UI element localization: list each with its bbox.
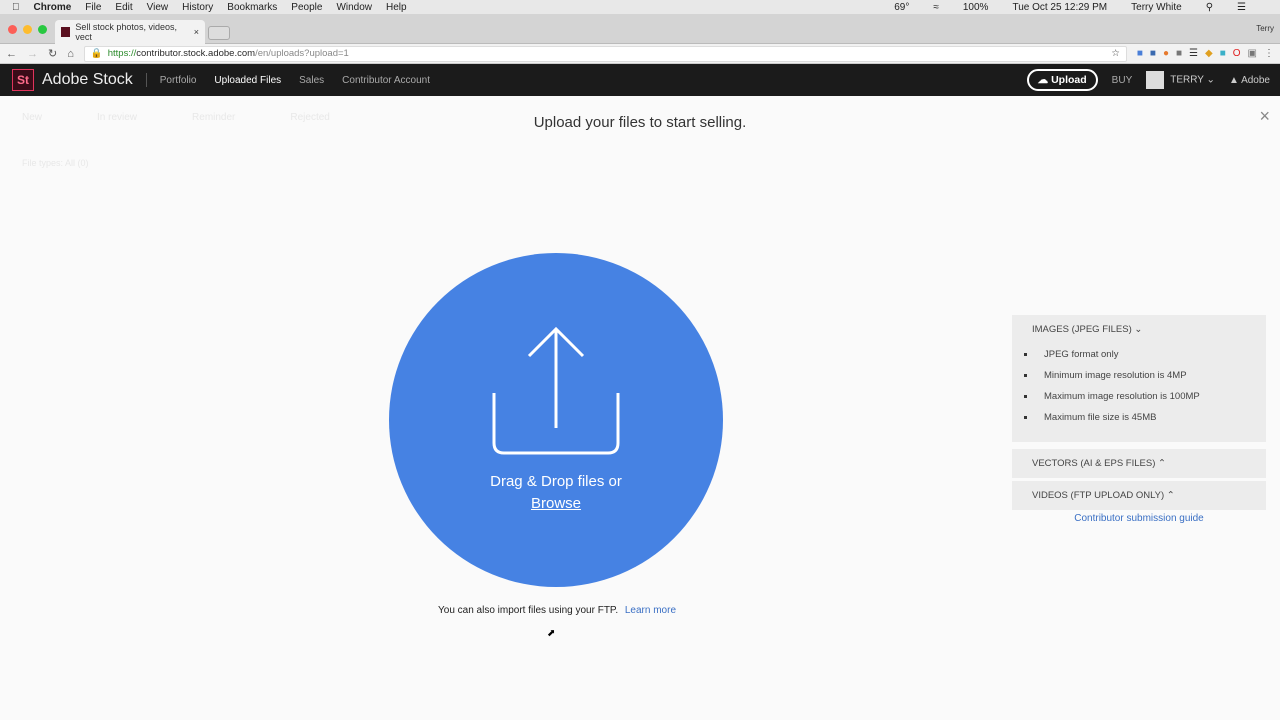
battery-status[interactable]: 100% — [963, 2, 989, 13]
browse-link[interactable]: Browse — [389, 495, 723, 512]
chevron-down-icon: ⌄ — [1206, 74, 1215, 86]
upload-button[interactable]: ☁ Upload — [1026, 69, 1098, 91]
videos-accordion-header[interactable]: VIDEOS (FTP UPLOAD ONLY) ⌃ — [1012, 481, 1266, 510]
macos-menubar:  Chrome File Edit View History Bookmark… — [0, 0, 1280, 14]
close-tab-icon[interactable]: × — [194, 27, 199, 37]
adobe-stock-favicon-icon — [61, 27, 71, 37]
adobe-stock-logo[interactable]: St — [12, 69, 34, 91]
chrome-menu-icon[interactable]: ⋮ — [1264, 48, 1274, 59]
requirement-item: Maximum file size is 45MB — [1022, 407, 1266, 428]
wifi-icon[interactable]: ≈ — [933, 2, 939, 13]
drop-zone[interactable]: Drag & Drop files or Browse — [389, 253, 723, 587]
file-type-filter: File types: All (0) — [22, 158, 89, 168]
nav-uploaded-files[interactable]: Uploaded Files — [214, 75, 281, 86]
extensions: ■ ■ ● ■ ☰ ◆ ■ O ▣ ⋮ — [1137, 48, 1274, 59]
adobe-logo-icon: ▲ — [1228, 74, 1239, 86]
back-icon[interactable]: ← — [6, 48, 17, 60]
menu-help[interactable]: Help — [386, 2, 407, 13]
cloud-upload-icon: ☁ — [1037, 74, 1049, 86]
menu-chrome[interactable]: Chrome — [34, 2, 72, 13]
drag-drop-text: Drag & Drop files or — [490, 473, 622, 490]
tab-title: Sell stock photos, videos, vect — [75, 22, 177, 42]
menu-view[interactable]: View — [147, 2, 169, 13]
images-accordion-header[interactable]: IMAGES (JPEG FILES) ⌄ — [1012, 315, 1266, 344]
nav-contributor-account[interactable]: Contributor Account — [342, 75, 430, 86]
user-menu[interactable]: TERRY ⌄ — [1146, 71, 1215, 89]
extension-icon[interactable]: ☰ — [1189, 48, 1198, 59]
maximize-window-button[interactable] — [38, 25, 47, 34]
chevron-up-icon: ⌃ — [1166, 490, 1175, 501]
new-tab-button[interactable] — [208, 26, 230, 40]
upload-arrow-icon — [492, 326, 620, 455]
profile-button[interactable]: Terry — [1256, 24, 1274, 33]
brand-name[interactable]: Adobe Stock — [42, 71, 133, 89]
browser-tab[interactable]: Sell stock photos, videos, vect × — [55, 20, 205, 44]
images-requirements-panel: IMAGES (JPEG FILES) ⌄ JPEG format only M… — [1012, 315, 1266, 442]
menu-people[interactable]: People — [291, 2, 322, 13]
modal-title: Upload your files to start selling. — [533, 114, 747, 131]
requirement-item: Maximum image resolution is 100MP — [1022, 386, 1266, 407]
extension-icon[interactable]: ■ — [1176, 48, 1182, 59]
window-controls — [8, 25, 47, 34]
weather-status[interactable]: 69° — [894, 2, 909, 13]
chevron-up-icon: ⌃ — [1158, 458, 1166, 469]
apple-menu-icon[interactable]:  — [12, 2, 20, 13]
divider — [145, 73, 147, 87]
extension-icon[interactable]: ■ — [1137, 48, 1143, 59]
extension-icon[interactable]: ◆ — [1205, 48, 1213, 59]
url-input[interactable]: 🔒 https:// contributor.stock.adobe.com /… — [83, 45, 1127, 62]
address-bar-row: ← → ↻ ⌂ 🔒 https:// contributor.stock.ado… — [0, 44, 1280, 64]
nav-portfolio[interactable]: Portfolio — [160, 75, 197, 86]
bookmark-star-icon[interactable]: ☆ — [1111, 48, 1120, 59]
requirement-item: JPEG format only — [1022, 344, 1266, 365]
requirement-item: Minimum image resolution is 4MP — [1022, 365, 1266, 386]
learn-more-link[interactable]: Learn more — [625, 605, 676, 616]
reload-icon[interactable]: ↻ — [48, 47, 57, 60]
spotlight-icon[interactable]: ⚲ — [1206, 2, 1213, 13]
mouse-cursor-icon: ⬈ — [547, 628, 556, 639]
menu-bookmarks[interactable]: Bookmarks — [227, 2, 277, 13]
menu-edit[interactable]: Edit — [115, 2, 132, 13]
adobe-stock-navbar: St Adobe Stock Portfolio Uploaded Files … — [0, 64, 1280, 96]
cast-icon[interactable]: ▣ — [1248, 48, 1257, 59]
notification-center-icon[interactable]: ☰ — [1237, 2, 1246, 13]
buy-link[interactable]: BUY — [1112, 75, 1133, 86]
ftp-note: You can also import files using your FTP… — [438, 605, 677, 616]
lock-icon: 🔒 — [90, 48, 103, 59]
menu-window[interactable]: Window — [336, 2, 372, 13]
nav-sales[interactable]: Sales — [299, 75, 324, 86]
contributor-guide-link[interactable]: Contributor submission guide — [1012, 513, 1266, 524]
close-modal-icon[interactable]: × — [1259, 106, 1270, 127]
home-icon[interactable]: ⌂ — [67, 48, 74, 60]
extension-icon[interactable]: ● — [1163, 48, 1169, 59]
extension-icon[interactable]: ■ — [1150, 48, 1156, 59]
user-name[interactable]: Terry White — [1131, 2, 1182, 13]
vectors-accordion-header[interactable]: VECTORS (AI & EPS FILES) ⌃ — [1012, 449, 1266, 478]
menu-history[interactable]: History — [182, 2, 213, 13]
menu-file[interactable]: File — [85, 2, 101, 13]
extension-icon[interactable]: ■ — [1220, 48, 1226, 59]
clock[interactable]: Tue Oct 25 12:29 PM — [1012, 2, 1107, 13]
minimize-window-button[interactable] — [23, 25, 32, 34]
adobe-link[interactable]: ▲ Adobe — [1229, 75, 1270, 86]
forward-icon[interactable]: → — [27, 48, 38, 60]
browser-tabbar: Sell stock photos, videos, vect × Terry — [0, 14, 1280, 44]
chevron-down-icon: ⌄ — [1134, 324, 1143, 335]
close-window-button[interactable] — [8, 25, 17, 34]
opera-icon[interactable]: O — [1233, 48, 1241, 59]
avatar — [1146, 71, 1165, 89]
